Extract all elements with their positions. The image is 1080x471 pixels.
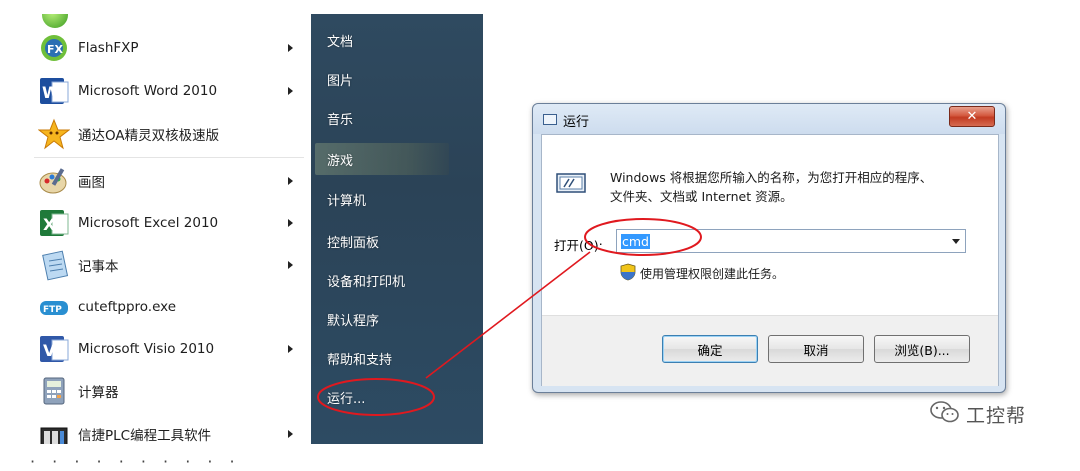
program-label: 信捷PLC编程工具软件 bbox=[78, 428, 212, 444]
program-label: Microsoft Excel 2010 bbox=[78, 215, 219, 231]
close-button[interactable]: ✕ bbox=[949, 106, 995, 127]
visio-icon: V bbox=[38, 333, 70, 365]
program-label: 画图 bbox=[78, 175, 105, 191]
program-item-excel[interactable]: X Microsoft Excel 2010 bbox=[28, 203, 311, 243]
plc-tool-icon bbox=[38, 418, 70, 444]
start-menu-places: 文档 图片 音乐 游戏 计算机 控制面板 设备和打印机 默认程序 帮助和支持 运… bbox=[311, 14, 483, 444]
command-value: cmd bbox=[621, 233, 650, 249]
cancel-button[interactable]: 取消 bbox=[768, 335, 864, 363]
chevron-down-icon bbox=[952, 238, 960, 244]
calculator-icon bbox=[38, 375, 70, 407]
svg-text:FTP: FTP bbox=[43, 305, 62, 315]
dialog-client-area: Windows 将根据您所输入的名称，为您打开相应的程序、 文件夹、文档或 In… bbox=[541, 134, 999, 386]
start-item-label: 游戏 bbox=[327, 153, 354, 169]
run-dialog: 运行 ✕ Windows 将根据您所输入的名称，为您打开相应的程序、 文件夹、文… bbox=[532, 103, 1006, 393]
submenu-arrow-icon bbox=[288, 177, 293, 185]
submenu-arrow-icon bbox=[288, 219, 293, 227]
green-app-icon bbox=[42, 14, 68, 28]
paint-icon bbox=[38, 165, 70, 197]
start-item-label: 文档 bbox=[327, 34, 354, 50]
program-item-calculator[interactable]: 计算器 bbox=[28, 371, 311, 411]
start-item-pictures[interactable]: 图片 bbox=[311, 63, 483, 95]
start-item-label: 音乐 bbox=[327, 112, 354, 128]
browse-button[interactable]: 浏览(B)... bbox=[874, 335, 970, 363]
program-label: 计算器 bbox=[78, 385, 119, 401]
start-item-documents[interactable]: 文档 bbox=[311, 24, 483, 56]
submenu-arrow-icon bbox=[288, 430, 293, 438]
start-item-help-support[interactable]: 帮助和支持 bbox=[311, 342, 483, 374]
program-label: FlashFXP bbox=[78, 40, 139, 56]
program-item-notepad[interactable]: 记事本 bbox=[28, 245, 311, 285]
watermark: 工控帮 bbox=[930, 400, 1026, 428]
submenu-arrow-icon bbox=[288, 261, 293, 269]
start-item-label: 帮助和支持 bbox=[327, 352, 393, 368]
excel-icon: X bbox=[38, 207, 70, 239]
start-item-default-programs[interactable]: 默认程序 bbox=[311, 303, 483, 335]
svg-text:FX: FX bbox=[47, 43, 64, 56]
start-item-label: 运行... bbox=[327, 391, 366, 407]
submenu-arrow-icon bbox=[288, 345, 293, 353]
wechat-icon bbox=[930, 400, 960, 428]
start-item-control-panel[interactable]: 控制面板 bbox=[311, 225, 483, 257]
submenu-arrow-icon bbox=[288, 87, 293, 95]
dialog-description: Windows 将根据您所输入的名称，为您打开相应的程序、 bbox=[610, 170, 933, 185]
start-item-devices-printers[interactable]: 设备和打印机 bbox=[311, 264, 483, 296]
dialog-description: 文件夹、文档或 Internet 资源。 bbox=[610, 189, 793, 204]
dialog-title: 运行 bbox=[563, 115, 590, 130]
svg-text:V: V bbox=[43, 341, 56, 360]
menu-separator bbox=[34, 157, 304, 158]
history-dropdown-button[interactable] bbox=[947, 230, 965, 252]
cutoff-caption: · · · · · · · · · · bbox=[30, 452, 241, 471]
svg-text:X: X bbox=[43, 215, 56, 234]
open-label: 打开(O): bbox=[554, 238, 603, 253]
start-item-label: 控制面板 bbox=[327, 235, 380, 251]
command-input[interactable]: cmd bbox=[616, 229, 966, 253]
watermark-text: 工控帮 bbox=[966, 404, 1027, 427]
start-item-label: 默认程序 bbox=[327, 313, 380, 329]
start-item-games[interactable]: 游戏 bbox=[315, 143, 449, 175]
program-label: Microsoft Word 2010 bbox=[78, 83, 218, 99]
start-item-computer[interactable]: 计算机 bbox=[311, 183, 483, 215]
cuteftp-icon: FTP bbox=[38, 291, 70, 323]
ok-button[interactable]: 确定 bbox=[662, 335, 758, 363]
program-item-flashfxp[interactable]: FX FlashFXP bbox=[28, 28, 311, 68]
star-icon bbox=[38, 118, 70, 150]
program-item-visio[interactable]: V Microsoft Visio 2010 bbox=[28, 329, 311, 369]
flashfxp-icon: FX bbox=[38, 32, 70, 64]
program-item-paint[interactable]: 画图 bbox=[28, 161, 311, 201]
program-item-plc-tool[interactable]: 信捷PLC编程工具软件 bbox=[28, 414, 311, 444]
notepad-icon bbox=[38, 249, 70, 281]
program-label: 记事本 bbox=[78, 259, 119, 275]
svg-text:W: W bbox=[42, 83, 60, 102]
start-item-label: 计算机 bbox=[327, 193, 367, 209]
close-icon: ✕ bbox=[966, 109, 978, 124]
word-icon: W bbox=[38, 75, 70, 107]
start-item-label: 设备和打印机 bbox=[327, 274, 406, 290]
program-label: cuteftppro.exe bbox=[78, 299, 177, 315]
program-item-cuteftp[interactable]: FTP cuteftppro.exe bbox=[28, 287, 311, 327]
start-item-run[interactable]: 运行... bbox=[311, 381, 483, 413]
uac-shield-icon bbox=[620, 263, 636, 281]
program-label: Microsoft Visio 2010 bbox=[78, 341, 215, 357]
start-menu-programs: FX FlashFXP W Microsoft Word 2010 通达OA精灵… bbox=[28, 14, 311, 444]
dialog-title-bar[interactable]: 运行 ✕ bbox=[533, 104, 1005, 134]
admin-privilege-note: 使用管理权限创建此任务。 bbox=[640, 267, 785, 281]
program-label: 通达OA精灵双核极速版 bbox=[78, 128, 220, 144]
program-item-tongda-oa[interactable]: 通达OA精灵双核极速版 bbox=[28, 114, 311, 154]
run-title-icon bbox=[543, 114, 557, 125]
run-program-icon bbox=[556, 171, 588, 195]
program-item-word[interactable]: W Microsoft Word 2010 bbox=[28, 71, 311, 111]
submenu-arrow-icon bbox=[288, 44, 293, 52]
start-item-music[interactable]: 音乐 bbox=[311, 102, 483, 134]
start-item-label: 图片 bbox=[327, 73, 354, 89]
